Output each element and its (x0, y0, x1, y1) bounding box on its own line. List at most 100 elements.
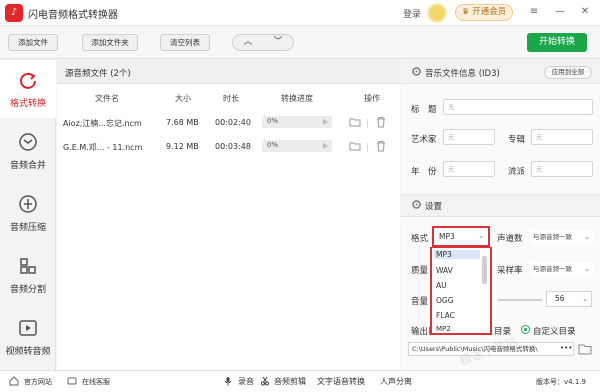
file-name: Aioz,江楠...忘记.ncm (63, 119, 142, 128)
sidebar-item-video-to-audio[interactable]: 视频转音频 (0, 308, 56, 366)
gear-icon (412, 200, 421, 209)
format-option-ogg[interactable]: OGG (436, 296, 454, 305)
record-button[interactable]: 录音 (238, 376, 254, 387)
avatar[interactable] (427, 3, 447, 23)
samplerate-select[interactable]: 与源音频一致 ⌄ (530, 262, 593, 276)
clear-list-button[interactable]: 清空列表 (160, 34, 210, 51)
dropdown-scrollbar[interactable] (482, 256, 487, 284)
sidebar-item-label: 音频合并 (9, 161, 46, 171)
column-header-actions: 操作 (364, 94, 380, 103)
samplerate-value: 与源音频一致 (533, 265, 572, 273)
format-option-mp2[interactable]: MP2 (436, 325, 451, 333)
vocal-separation-button[interactable]: 人声分离 (380, 376, 412, 387)
add-folder-button[interactable]: 添加文件夹 (82, 34, 138, 51)
sidebar: 格式转换 音频合并 音频压缩 音频分割 视频转音频 (0, 60, 56, 370)
support-link[interactable]: 在线客服 (82, 377, 110, 387)
divider (367, 119, 368, 128)
sidebar-item-label: 视频转音频 (5, 347, 51, 357)
table-row[interactable]: Aioz,江楠...忘记.ncm 7.68 MB 00:02:40 0% (57, 111, 400, 135)
genre-field[interactable]: 无 (531, 161, 593, 177)
move-down-icon[interactable]: ﹀ (263, 35, 293, 50)
play-icon (323, 143, 328, 149)
audio-edit-button[interactable]: 音频剪辑 (274, 376, 306, 387)
format-option-mp3[interactable]: MP3 (434, 250, 480, 259)
microphone-icon (224, 377, 232, 386)
format-option-wav[interactable]: WAV (436, 266, 453, 275)
settings-header: 设置 (401, 193, 600, 217)
browse-more-icon[interactable]: ••• (560, 344, 572, 352)
delete-icon[interactable] (375, 140, 387, 152)
refresh-icon (20, 72, 36, 89)
divider (367, 143, 368, 152)
channels-value: 与源音频一致 (533, 233, 572, 241)
folder-icon[interactable] (578, 342, 592, 356)
crown-icon: ♛ (461, 7, 473, 17)
progress-bar: 0% (262, 140, 332, 152)
genre-field-label: 流派 (508, 167, 526, 177)
vip-button[interactable]: ♛ 开通会员 (455, 4, 513, 21)
delete-icon[interactable] (375, 116, 387, 128)
custom-dir-label[interactable]: 自定义目录 (533, 325, 576, 337)
file-size: 9.12 MB (166, 142, 199, 151)
toolbar: 添加文件 添加文件夹 清空列表 ︿ ﹀ 开始转换 (0, 27, 600, 59)
apply-all-button[interactable]: 应用到全部 (544, 66, 592, 79)
album-field[interactable]: 无 (531, 129, 593, 145)
column-header-duration: 时长 (223, 94, 239, 103)
progress-text: 0% (267, 117, 279, 125)
folder-icon[interactable] (349, 140, 361, 152)
chevron-down-icon: ⌄ (582, 295, 588, 303)
chevron-down-icon: ⌄ (584, 265, 590, 273)
minimize-icon[interactable]: — (553, 5, 567, 19)
split-icon (20, 258, 36, 274)
format-option-flac[interactable]: FLAC (436, 311, 455, 320)
file-list-header: 源音频文件 (2个) (57, 60, 400, 84)
channels-select[interactable]: 与源音频一致 ⌄ (530, 230, 593, 244)
website-link[interactable]: 官方网站 (24, 377, 52, 387)
close-icon[interactable]: ✕ (578, 5, 592, 19)
column-header-size: 大小 (175, 94, 191, 103)
scissors-icon (261, 376, 269, 386)
bottom-bar: 官方网站 在线客服 录音 音频剪辑 文字语音转换 人声分离 版本号：v4.1.9 (0, 370, 600, 392)
progress-text: 0% (267, 141, 279, 149)
id3-header: 音乐文件信息 (ID3) 应用到全部 (401, 60, 600, 84)
title-field[interactable]: 无 (443, 99, 593, 115)
sidebar-item-audio-merge[interactable]: 音频合并 (0, 122, 56, 180)
format-select[interactable]: MP3 ⌄ (432, 226, 490, 247)
add-file-button[interactable]: 添加文件 (8, 34, 58, 51)
start-convert-button[interactable]: 开始转换 (527, 33, 587, 52)
volume-value: 56 (555, 294, 565, 303)
channels-label: 声道数 (497, 234, 523, 244)
login-link[interactable]: 登录 (403, 7, 421, 20)
format-option-au[interactable]: AU (436, 281, 447, 290)
column-header-name: 文件名 (95, 94, 119, 103)
volume-label: 音量 (411, 297, 429, 307)
samplerate-label: 采样率 (497, 266, 523, 276)
sidebar-item-audio-compress[interactable]: 音频压缩 (0, 184, 56, 242)
custom-dir-radio[interactable] (521, 325, 530, 334)
volume-input[interactable]: 56 ⌄ (546, 291, 592, 307)
progress-bar: 0% (262, 116, 332, 128)
app-title: 闪电音频格式转换器 (28, 10, 118, 21)
table-row[interactable]: G.E.M.邓... - 11.ncm 9.12 MB 00:03:48 0% (57, 135, 400, 159)
file-name: G.E.M.邓... - 11.ncm (63, 143, 143, 152)
menu-icon[interactable]: ≡ (527, 5, 541, 19)
move-up-icon[interactable]: ︿ (233, 35, 263, 50)
artist-field-label: 艺术家 (411, 135, 437, 145)
tts-button[interactable]: 文字语音转换 (317, 376, 365, 387)
year-field-label: 年 份 (411, 167, 437, 177)
play-icon (323, 119, 328, 125)
version-label: 版本号：v4.1.9 (536, 378, 586, 386)
compress-icon (19, 195, 37, 213)
title-bar: ♪ 闪电音频格式转换器 登录 ♛ 开通会员 ≡ — ✕ (0, 0, 600, 26)
sidebar-item-format-convert[interactable]: 格式转换 (0, 60, 56, 118)
merge-icon (19, 133, 37, 151)
id3-title: 音乐文件信息 (ID3) (425, 69, 500, 79)
sidebar-item-label: 音频分割 (9, 285, 46, 295)
video-icon (19, 320, 37, 336)
year-field[interactable]: 无 (443, 161, 495, 177)
sidebar-item-audio-split[interactable]: 音频分割 (0, 246, 56, 304)
format-value: MP3 (439, 232, 455, 241)
artist-field[interactable]: 无 (443, 129, 495, 145)
folder-icon[interactable] (349, 116, 361, 128)
volume-slider[interactable] (498, 299, 542, 301)
